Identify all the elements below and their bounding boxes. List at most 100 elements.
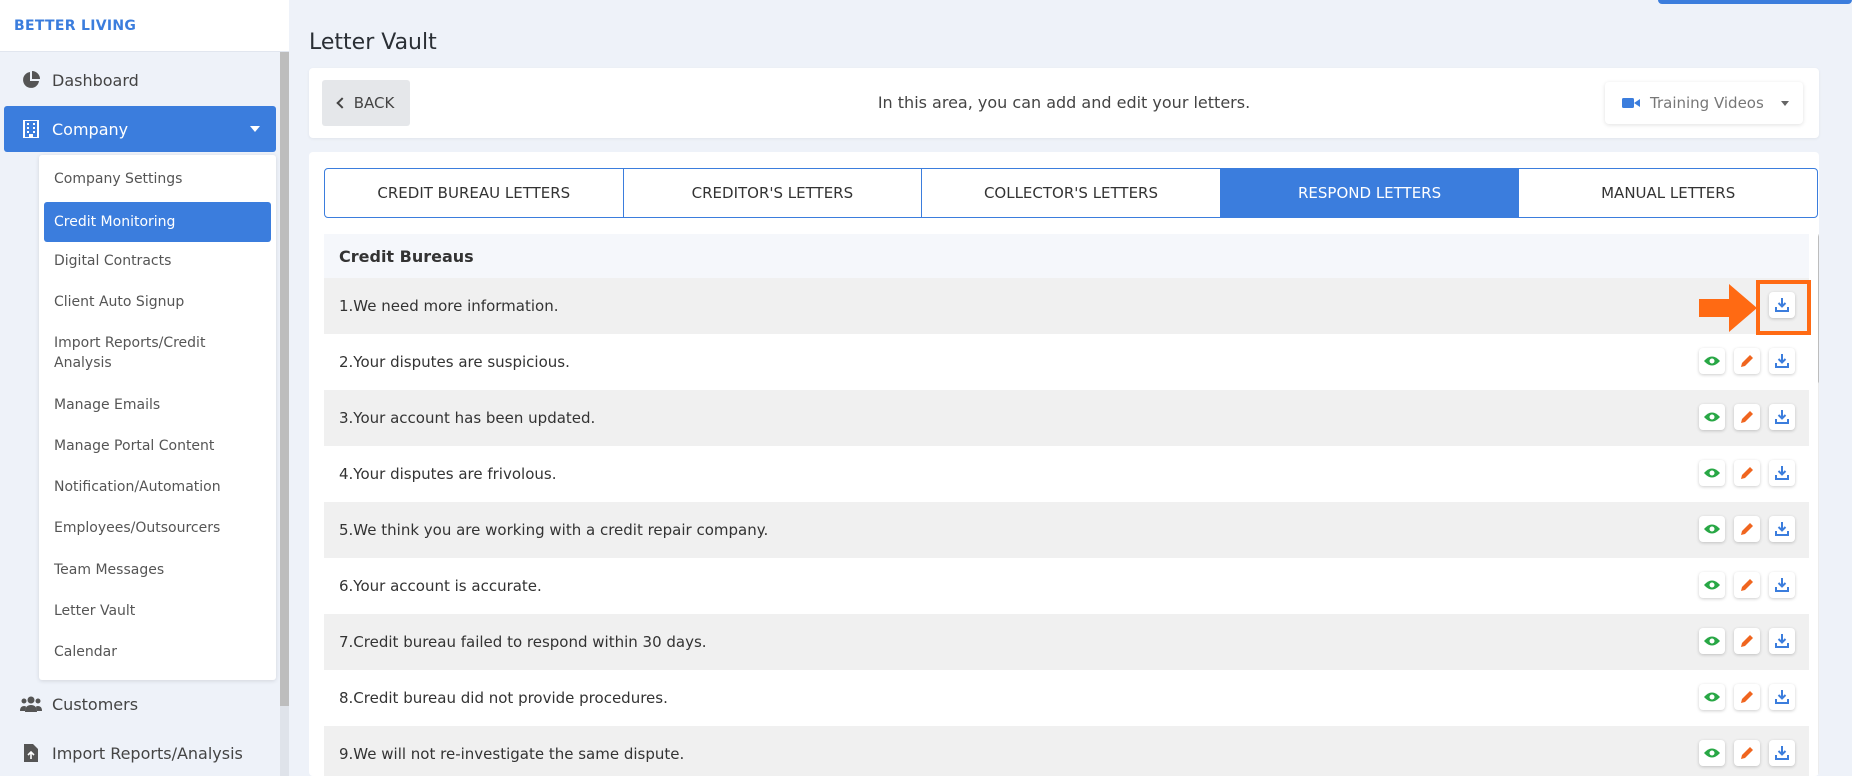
nav-company[interactable]: Company	[4, 106, 276, 152]
letter-tabs: CREDIT BUREAU LETTERS CREDITOR'S LETTERS…	[324, 168, 1818, 218]
edit-button[interactable]	[1734, 516, 1760, 542]
edit-button[interactable]	[1734, 628, 1760, 654]
sidebar-scrollbar[interactable]	[280, 52, 289, 776]
letter-title: 3.Your account has been updated.	[339, 409, 596, 427]
submenu-company-settings[interactable]: Company Settings	[44, 169, 271, 189]
submenu-employees-outsourcers[interactable]: Employees/Outsourcers	[44, 518, 271, 538]
letter-row: 6.Your account is accurate.	[324, 558, 1809, 614]
header-card: BACK In this area, you can add and edit …	[309, 68, 1819, 138]
letter-row: 4.Your disputes are frivolous.	[324, 446, 1809, 502]
letter-row: 8.Credit bureau did not provide procedur…	[324, 670, 1809, 726]
eye-icon	[1704, 636, 1720, 646]
edit-button[interactable]	[1734, 572, 1760, 598]
submenu-digital-contracts[interactable]: Digital Contracts	[44, 251, 271, 271]
view-button[interactable]	[1699, 460, 1725, 486]
letter-title: 6.Your account is accurate.	[339, 577, 542, 595]
section-title: Credit Bureaus	[324, 234, 1809, 278]
nav-dashboard[interactable]: Dashboard	[4, 57, 276, 103]
eye-icon	[1704, 692, 1720, 702]
tab-respond-letters[interactable]: RESPOND LETTERS	[1220, 169, 1520, 217]
nav-customers[interactable]: Customers	[4, 681, 276, 727]
download-button[interactable]	[1769, 628, 1795, 654]
letters-list: Credit Bureaus 1.We need more informatio…	[324, 234, 1809, 776]
row-actions	[1699, 404, 1795, 430]
row-actions	[1699, 460, 1795, 486]
page-title: Letter Vault	[309, 30, 437, 55]
row-actions	[1699, 628, 1795, 654]
submenu-team-messages[interactable]: Team Messages	[44, 560, 271, 580]
row-actions	[1699, 684, 1795, 710]
caret-down-icon	[1781, 101, 1789, 106]
pencil-icon	[1741, 411, 1753, 423]
download-icon	[1775, 746, 1789, 760]
view-button[interactable]	[1699, 516, 1725, 542]
list-scrollbar[interactable]	[1818, 234, 1819, 776]
view-button[interactable]	[1699, 572, 1725, 598]
edit-button[interactable]	[1734, 684, 1760, 710]
nav-customers-label: Customers	[52, 694, 139, 714]
annotation-arrow-icon	[1699, 284, 1757, 332]
download-icon	[1775, 690, 1789, 704]
company-submenu: Company Settings Credit Monitoring Digit…	[39, 155, 276, 680]
download-icon	[1775, 354, 1789, 368]
row-actions	[1699, 572, 1795, 598]
edit-button[interactable]	[1734, 740, 1760, 766]
submenu-credit-monitoring[interactable]: Credit Monitoring	[44, 202, 271, 242]
letter-row: 5.We think you are working with a credit…	[324, 502, 1809, 558]
submenu-manage-portal-content[interactable]: Manage Portal Content	[44, 436, 271, 456]
download-button[interactable]	[1769, 740, 1795, 766]
pencil-icon	[1741, 467, 1753, 479]
tab-manual-letters[interactable]: MANUAL LETTERS	[1519, 169, 1817, 217]
download-icon	[1775, 522, 1789, 536]
eye-icon	[1704, 468, 1720, 478]
brand-logo[interactable]: BETTER LIVING	[0, 0, 289, 52]
submenu-import-reports[interactable]: Import Reports/Credit Analysis	[44, 333, 244, 373]
pencil-icon	[1741, 355, 1753, 367]
download-button[interactable]	[1769, 516, 1795, 542]
pencil-icon	[1741, 579, 1753, 591]
letter-title: 4.Your disputes are frivolous.	[339, 465, 557, 483]
download-button[interactable]	[1769, 460, 1795, 486]
submenu-calendar[interactable]: Calendar	[44, 642, 271, 662]
pencil-icon	[1741, 523, 1753, 535]
letter-row: 2.Your disputes are suspicious.	[324, 334, 1809, 390]
tab-creditors-letters[interactable]: CREDITOR'S LETTERS	[624, 169, 923, 217]
sidebar: BETTER LIVING Dashboard Company Company …	[0, 0, 289, 776]
view-button[interactable]	[1699, 740, 1725, 766]
nav-import-reports[interactable]: Import Reports/Analysis	[4, 730, 276, 776]
download-button[interactable]	[1769, 404, 1795, 430]
view-button[interactable]	[1699, 348, 1725, 374]
edit-button[interactable]	[1734, 460, 1760, 486]
row-actions	[1699, 516, 1795, 542]
view-button[interactable]	[1699, 628, 1725, 654]
pencil-icon	[1741, 747, 1753, 759]
submenu-notification-automation[interactable]: Notification/Automation	[44, 477, 271, 497]
list-scroll-thumb[interactable]	[1818, 234, 1819, 384]
eye-icon	[1704, 580, 1720, 590]
submenu-client-auto-signup[interactable]: Client Auto Signup	[44, 292, 271, 312]
letter-title: 9.We will not re-investigate the same di…	[339, 745, 685, 763]
edit-button[interactable]	[1734, 404, 1760, 430]
download-button[interactable]	[1769, 572, 1795, 598]
view-button[interactable]	[1699, 684, 1725, 710]
letter-row: 3.Your account has been updated.	[324, 390, 1809, 446]
submenu-manage-emails[interactable]: Manage Emails	[44, 395, 271, 415]
letter-title: 1.We need more information.	[339, 297, 559, 315]
submenu-letter-vault[interactable]: Letter Vault	[44, 601, 271, 621]
eye-icon	[1704, 412, 1720, 422]
training-videos-label: Training Videos	[1650, 94, 1764, 112]
download-icon	[1775, 410, 1789, 424]
letter-title: 5.We think you are working with a credit…	[339, 521, 769, 539]
tab-collectors-letters[interactable]: COLLECTOR'S LETTERS	[922, 169, 1221, 217]
tab-credit-bureau-letters[interactable]: CREDIT BUREAU LETTERS	[325, 169, 624, 217]
building-icon	[20, 118, 42, 140]
nav-dashboard-label: Dashboard	[52, 70, 139, 90]
edit-button[interactable]	[1734, 348, 1760, 374]
download-button[interactable]	[1769, 348, 1795, 374]
download-icon	[1775, 466, 1789, 480]
sidebar-scroll-thumb[interactable]	[280, 52, 289, 706]
training-videos-dropdown[interactable]: Training Videos	[1605, 82, 1803, 124]
eye-icon	[1704, 524, 1720, 534]
download-button[interactable]	[1769, 684, 1795, 710]
view-button[interactable]	[1699, 404, 1725, 430]
